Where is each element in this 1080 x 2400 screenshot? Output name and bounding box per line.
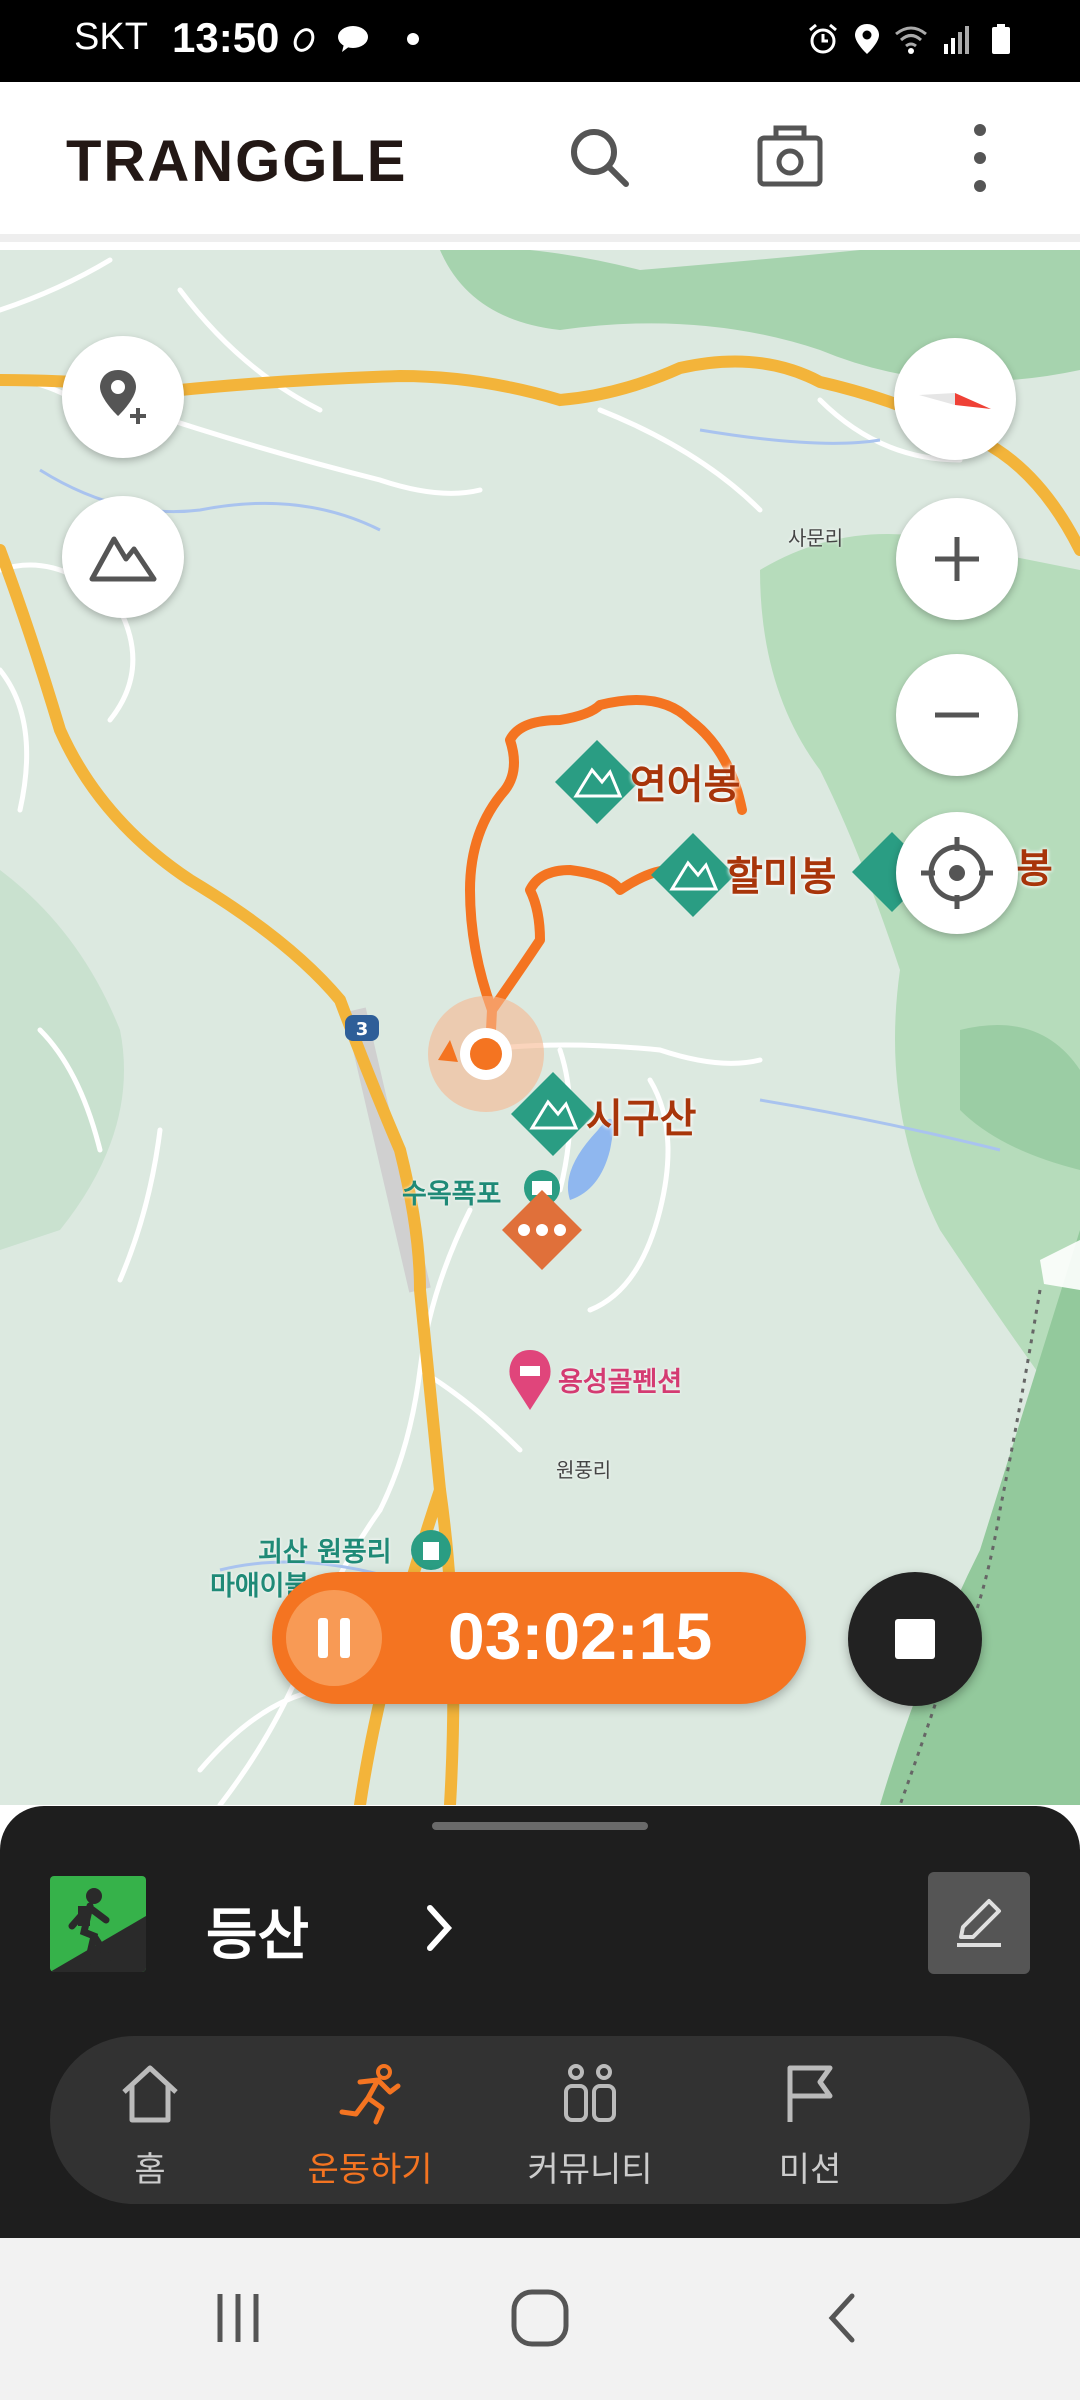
activity-name[interactable]: 등산 <box>206 1890 309 1971</box>
back-icon[interactable] <box>822 2290 862 2346</box>
pencil-icon <box>957 1899 1001 1947</box>
edit-button[interactable] <box>928 1872 1030 1974</box>
alarm-icon <box>809 23 837 54</box>
battery-icon <box>992 24 1010 54</box>
system-nav-bar <box>0 2238 1080 2400</box>
dot-icon <box>407 33 419 45</box>
compass-button[interactable] <box>894 338 1016 460</box>
peak-label[interactable]: 할미봉 <box>726 844 836 902</box>
terrain-button[interactable] <box>62 496 184 618</box>
my-location-button[interactable] <box>896 812 1018 934</box>
more-vert-icon[interactable] <box>942 120 1018 196</box>
add-pin-button[interactable] <box>62 336 184 458</box>
peak-label[interactable]: 연어봉 <box>630 752 740 810</box>
home-icon <box>122 2065 178 2123</box>
wifi-icon <box>895 26 927 54</box>
location-icon <box>855 24 879 54</box>
app-header: TRANGGLE <box>0 82 1080 242</box>
nav-label: 운동하기 <box>307 2150 433 2190</box>
camera-icon[interactable] <box>752 120 828 196</box>
nav-label: 미션 <box>778 2150 842 2190</box>
app-logo: TRANGGLE <box>66 129 408 194</box>
compass-icon <box>919 393 991 409</box>
drag-handle[interactable] <box>432 1822 648 1830</box>
nav-label: 홈 <box>134 2150 166 2190</box>
mountain-icon <box>89 536 157 582</box>
nav-item-exercise[interactable]: 운동하기 <box>270 2036 470 2204</box>
status-bar: SKT 13:50 <box>0 0 1080 82</box>
hiking-icon <box>50 1876 146 1972</box>
stop-button[interactable] <box>848 1572 982 1706</box>
nav-label: 커뮤니티 <box>527 2150 653 2190</box>
bottom-panel: 등산 홈 운동하기 커뮤니티 미션 <box>0 1806 1080 2238</box>
nav-item-home[interactable]: 홈 <box>50 2036 250 2204</box>
signal-icon <box>944 26 969 54</box>
poi-label[interactable]: 수옥폭포 <box>402 1172 501 1211</box>
zoom-in-button[interactable] <box>896 498 1018 620</box>
peak-label[interactable]: 봉 <box>1016 836 1053 894</box>
carrier-label: SKT <box>74 16 148 58</box>
peak-label[interactable]: 시구산 <box>586 1086 696 1144</box>
nav-item-community[interactable]: 커뮤니티 <box>490 2036 690 2204</box>
minus-icon <box>935 712 979 718</box>
timer-bar: 03:02:15 <box>272 1572 806 1704</box>
crosshair-icon <box>921 837 993 909</box>
recents-icon[interactable] <box>210 2290 266 2346</box>
zoom-out-button[interactable] <box>896 654 1018 776</box>
chevron-right-icon[interactable] <box>420 1898 460 1958</box>
stop-icon <box>895 1619 935 1659</box>
community-icon <box>564 2064 616 2122</box>
poi-label[interactable]: 용성골펜션 <box>558 1360 682 1399</box>
flag-icon <box>787 2065 833 2122</box>
add-pin-icon <box>100 370 146 424</box>
running-icon <box>339 2064 401 2125</box>
home-circle-icon[interactable] <box>508 2288 572 2348</box>
elapsed-time: 03:02:15 <box>448 1599 713 1673</box>
talk-icon <box>338 26 368 52</box>
pause-icon <box>318 1618 350 1658</box>
pause-button[interactable] <box>286 1590 382 1686</box>
bottom-nav: 홈 운동하기 커뮤니티 미션 <box>50 2036 1030 2204</box>
nav-item-mission[interactable]: 미션 <box>710 2036 910 2204</box>
plus-icon <box>935 537 979 581</box>
place-label: 사문리 <box>788 526 844 550</box>
place-label: 원풍리 <box>556 1458 612 1482</box>
clock: 13:50 <box>172 14 280 61</box>
road-number: 3 <box>356 1019 369 1040</box>
footprint-icon <box>293 28 315 52</box>
search-icon[interactable] <box>562 120 638 196</box>
